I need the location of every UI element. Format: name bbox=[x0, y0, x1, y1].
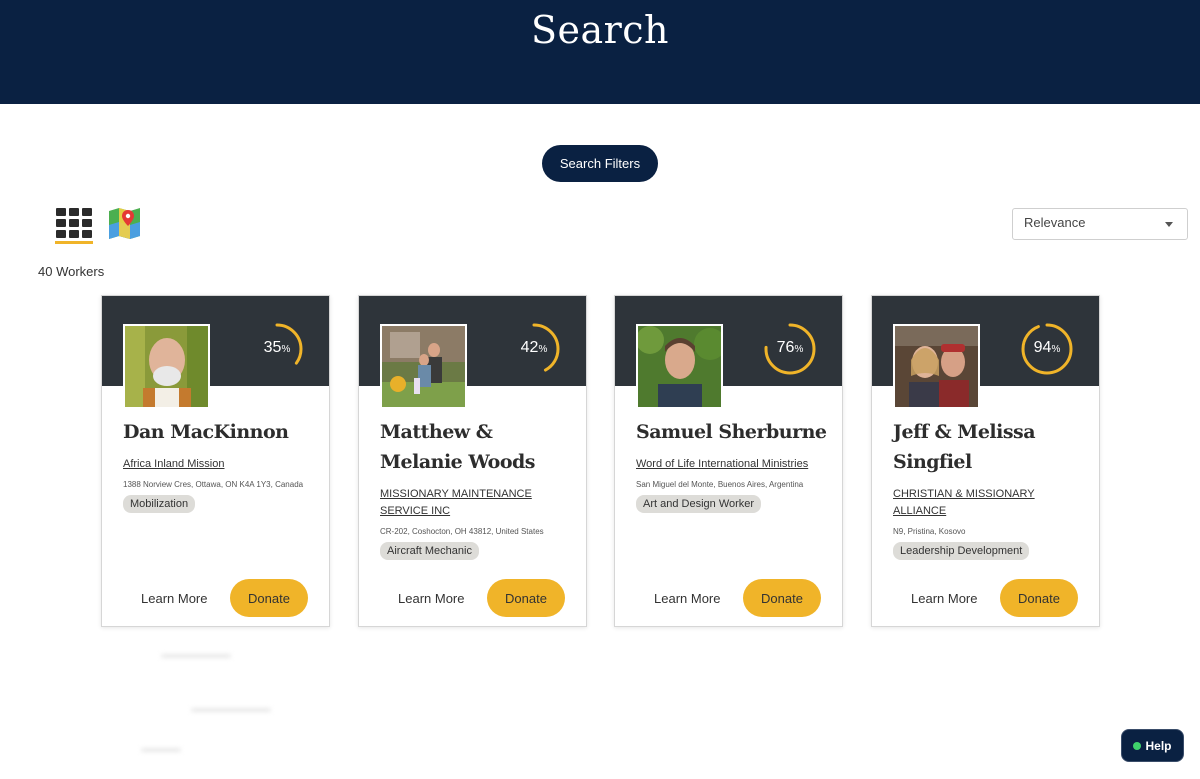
sort-select[interactable]: Relevance bbox=[1012, 208, 1188, 240]
online-status-icon bbox=[1133, 741, 1142, 750]
results-count: 40 Workers bbox=[38, 264, 105, 279]
worker-photo[interactable] bbox=[636, 324, 723, 409]
grid-icon bbox=[56, 208, 92, 238]
map-icon bbox=[109, 208, 140, 239]
donate-button[interactable]: Donate bbox=[743, 579, 821, 617]
loading-card bbox=[101, 650, 330, 779]
learn-more-link[interactable]: Learn More bbox=[911, 591, 977, 606]
progress-ring: 35% bbox=[250, 322, 304, 376]
progress-ring: 76% bbox=[763, 322, 817, 376]
page-title: Search bbox=[530, 8, 670, 52]
worker-name[interactable]: Jeff & Melissa Singfiel bbox=[893, 417, 1089, 477]
loading-card bbox=[358, 650, 587, 779]
grid-view-toggle[interactable] bbox=[55, 207, 93, 245]
loading-card bbox=[614, 650, 843, 779]
progress-ring: 42% bbox=[507, 322, 561, 376]
role-tag: Aircraft Mechanic bbox=[380, 542, 479, 560]
progress-ring: 94% bbox=[1020, 322, 1074, 376]
learn-more-link[interactable]: Learn More bbox=[654, 591, 720, 606]
worker-name[interactable]: Samuel Sherburne bbox=[636, 417, 832, 447]
role-tag: Leadership Development bbox=[893, 542, 1030, 560]
worker-card: 94% Jeff & Melissa Singfiel CHRISTIAN & … bbox=[871, 295, 1100, 627]
donate-button[interactable]: Donate bbox=[487, 579, 565, 617]
worker-card: 76% Samuel Sherburne Word of Life Intern… bbox=[614, 295, 843, 627]
learn-more-link[interactable]: Learn More bbox=[141, 591, 207, 606]
worker-photo[interactable] bbox=[123, 324, 210, 409]
worker-card: 42% Matthew & Melanie Woods MISSIONARY M… bbox=[358, 295, 587, 627]
worker-address: San Miguel del Monte, Buenos Aires, Arge… bbox=[636, 480, 804, 489]
sort-selected-value: Relevance bbox=[1024, 215, 1086, 230]
map-view-toggle[interactable] bbox=[108, 207, 141, 240]
search-filters-button[interactable]: Search Filters bbox=[542, 145, 658, 182]
worker-card: 35% Dan MacKinnon Africa Inland Mission … bbox=[101, 295, 330, 627]
chevron-down-icon bbox=[1165, 222, 1173, 227]
role-tag: Mobilization bbox=[123, 495, 196, 513]
worker-name[interactable]: Dan MacKinnon bbox=[123, 417, 319, 447]
organization-link[interactable]: MISSIONARY MAINTENANCE SERVICE INC bbox=[380, 486, 576, 520]
page-header: Search bbox=[0, 0, 1200, 104]
organization-link[interactable]: Africa Inland Mission bbox=[123, 456, 225, 473]
worker-name[interactable]: Matthew & Melanie Woods bbox=[380, 417, 576, 477]
help-button[interactable]: Help bbox=[1121, 729, 1184, 762]
donate-button[interactable]: Donate bbox=[230, 579, 308, 617]
worker-address: CR-202, Coshocton, OH 43812, United Stat… bbox=[380, 527, 544, 536]
progress-percent: 94% bbox=[1033, 339, 1061, 356]
help-label: Help bbox=[1145, 738, 1172, 753]
loading-card bbox=[871, 650, 1100, 779]
progress-percent: 76% bbox=[776, 339, 804, 356]
organization-link[interactable]: Word of Life International Ministries bbox=[636, 456, 808, 473]
role-tag: Art and Design Worker bbox=[636, 495, 762, 513]
learn-more-link[interactable]: Learn More bbox=[398, 591, 464, 606]
progress-percent: 35% bbox=[263, 339, 291, 356]
progress-percent: 42% bbox=[520, 339, 548, 356]
worker-address: N9, Pristina, Kosovo bbox=[893, 527, 966, 536]
worker-address: 1388 Norview Cres, Ottawa, ON K4A 1Y3, C… bbox=[123, 480, 304, 489]
donate-button[interactable]: Donate bbox=[1000, 579, 1078, 617]
active-view-indicator bbox=[55, 241, 93, 244]
worker-photo[interactable] bbox=[380, 324, 467, 409]
organization-link[interactable]: CHRISTIAN & MISSIONARY ALLIANCE bbox=[893, 486, 1089, 520]
worker-photo[interactable] bbox=[893, 324, 980, 409]
